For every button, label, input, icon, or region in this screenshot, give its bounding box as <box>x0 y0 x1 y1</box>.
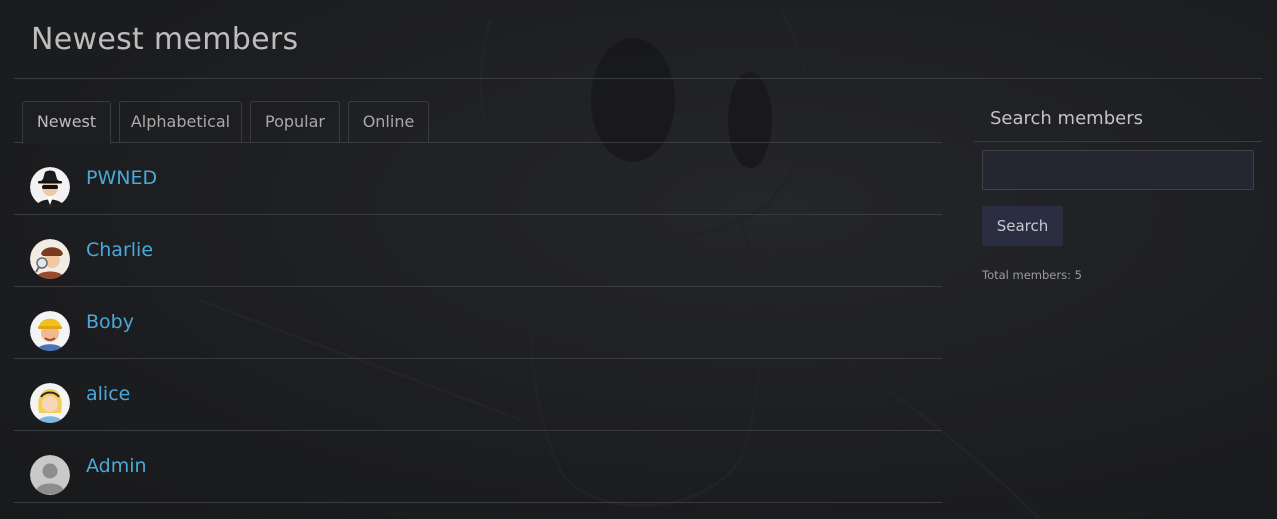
sidebar-title: Search members <box>974 100 1262 142</box>
search-sidebar: Search members Search Total members: 5 <box>974 100 1262 282</box>
member-row: Charlie <box>14 215 942 287</box>
builder-avatar-icon[interactable] <box>30 311 70 351</box>
tab-online[interactable]: Online <box>348 101 429 142</box>
member-name-link[interactable]: Admin <box>86 455 147 477</box>
member-name-link[interactable]: alice <box>86 383 130 405</box>
total-members-count: Total members: 5 <box>982 268 1082 282</box>
member-name-link[interactable]: Charlie <box>86 239 153 261</box>
default-user-avatar-icon[interactable] <box>30 455 70 495</box>
tab-newest[interactable]: Newest <box>22 101 111 144</box>
members-main: Newest Alphabetical Popular Online PWNED… <box>14 100 942 503</box>
search-button[interactable]: Search <box>982 206 1063 246</box>
member-name-link[interactable]: PWNED <box>86 167 157 189</box>
page-header: Newest members <box>14 0 1262 79</box>
member-row: PWNED <box>14 143 942 215</box>
member-tabs: Newest Alphabetical Popular Online <box>14 100 942 144</box>
member-row: Boby <box>14 287 942 359</box>
page: Newest members Newest Alphabetical Popul… <box>0 0 1277 519</box>
page-title: Newest members <box>31 22 299 57</box>
tab-popular[interactable]: Popular <box>250 101 340 142</box>
alice-avatar-icon[interactable] <box>30 383 70 423</box>
member-search-input[interactable] <box>982 150 1254 190</box>
member-row: alice <box>14 359 942 431</box>
member-name-link[interactable]: Boby <box>86 311 134 333</box>
member-list: PWNED Charlie Boby alice Admin <box>14 143 942 503</box>
member-row: Admin <box>14 431 942 503</box>
detective-avatar-icon[interactable] <box>30 239 70 279</box>
spy-avatar-icon[interactable] <box>30 167 70 207</box>
tab-alphabetical[interactable]: Alphabetical <box>119 101 242 142</box>
